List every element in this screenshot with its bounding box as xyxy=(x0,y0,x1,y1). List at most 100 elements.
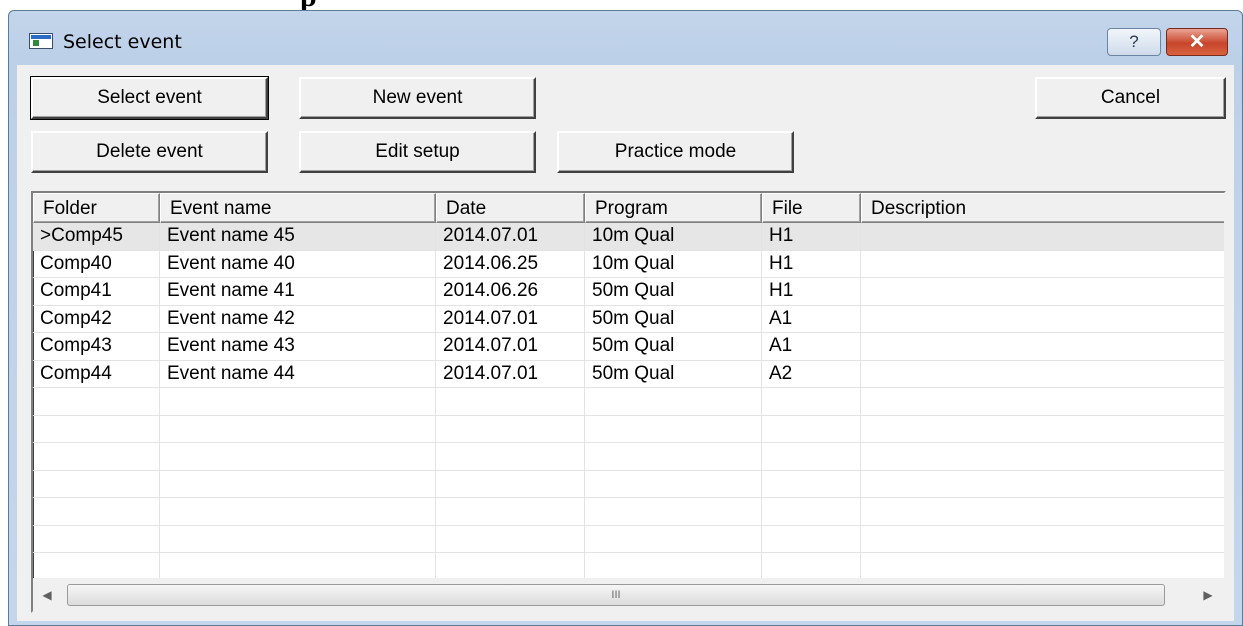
help-button[interactable]: ? xyxy=(1107,28,1161,56)
empty-table-row xyxy=(33,498,1224,526)
cancel-button[interactable]: Cancel xyxy=(1035,77,1226,119)
practice-mode-button[interactable]: Practice mode xyxy=(557,131,794,173)
empty-cell xyxy=(160,525,436,552)
folder-cell: Comp41 xyxy=(33,278,160,305)
empty-cell xyxy=(762,470,861,497)
description-cell xyxy=(861,278,1224,305)
empty-cell xyxy=(160,498,436,525)
table-row[interactable]: Comp44 Event name 44 2014.07.01 50m Qual A2 xyxy=(33,360,1224,388)
table-row[interactable]: Comp40 Event name 40 2014.06.25 10m Qual H1 xyxy=(33,250,1224,278)
program-cell: 50m Qual xyxy=(585,333,762,360)
empty-cell xyxy=(861,443,1224,470)
empty-cell xyxy=(861,526,1224,553)
table-row[interactable]: Comp41 Event name 41 2014.06.26 50m Qual H1 xyxy=(33,278,1224,306)
event-name-cell: Event name 45 xyxy=(160,223,436,250)
list-rows: >Comp45 Event name 45 2014.07.01 10m Qual H1… xyxy=(33,223,1224,581)
empty-cell xyxy=(762,525,861,552)
delete-event-button[interactable]: Delete event xyxy=(31,131,268,173)
folder-cell: Comp42 xyxy=(33,305,160,332)
file-cell: A1 xyxy=(762,305,861,332)
empty-cell xyxy=(861,388,1224,415)
column-header-event-name[interactable]: Event name xyxy=(160,193,436,223)
table-row[interactable]: >Comp45 Event name 45 2014.07.01 10m Qual H1 xyxy=(33,223,1224,251)
column-header-date[interactable]: Date xyxy=(436,193,585,223)
program-cell: 50m Qual xyxy=(585,305,762,332)
empty-cell xyxy=(762,443,861,470)
empty-table-row xyxy=(33,525,1224,553)
scroll-thumb[interactable]: III xyxy=(67,584,1165,606)
empty-cell xyxy=(762,415,861,442)
select-event-button[interactable]: Select event xyxy=(30,76,269,120)
empty-cell xyxy=(585,415,762,442)
empty-cell xyxy=(861,498,1224,525)
empty-cell xyxy=(160,553,436,580)
empty-cell xyxy=(160,443,436,470)
column-header-program[interactable]: Program xyxy=(585,193,762,223)
empty-cell xyxy=(585,443,762,470)
description-cell xyxy=(861,333,1224,360)
empty-cell xyxy=(585,470,762,497)
empty-table-row xyxy=(33,443,1224,471)
empty-cell xyxy=(33,553,160,580)
event-name-cell: Event name 42 xyxy=(160,305,436,332)
description-cell xyxy=(861,306,1224,333)
column-header-folder[interactable]: Folder xyxy=(33,193,160,223)
empty-cell xyxy=(160,388,436,415)
event-name-cell: Event name 44 xyxy=(160,360,436,387)
new-event-button[interactable]: New event xyxy=(299,77,536,119)
table-row[interactable]: Comp43 Event name 43 2014.07.01 50m Qual A1 xyxy=(33,333,1224,361)
select-event-dialog: Select event ? ✕ Select event New event … xyxy=(8,10,1243,626)
empty-cell xyxy=(33,415,160,442)
empty-cell xyxy=(33,443,160,470)
empty-cell xyxy=(436,498,585,525)
description-cell xyxy=(861,251,1224,278)
scroll-grip-icon: III xyxy=(611,589,621,601)
empty-cell xyxy=(33,498,160,525)
scroll-left-icon[interactable]: ◀ xyxy=(36,583,58,607)
empty-cell xyxy=(585,388,762,415)
close-button[interactable]: ✕ xyxy=(1166,28,1228,56)
date-cell: 2014.07.01 xyxy=(436,305,585,332)
event-name-cell: Event name 43 xyxy=(160,333,436,360)
scroll-right-icon[interactable]: ▶ xyxy=(1197,583,1219,607)
app-window-icon xyxy=(29,33,53,49)
events-list[interactable]: Folder Event name Date Program File Desc… xyxy=(31,191,1226,613)
empty-table-row xyxy=(33,470,1224,498)
date-cell: 2014.07.01 xyxy=(436,360,585,387)
empty-cell xyxy=(436,470,585,497)
empty-cell xyxy=(33,388,160,415)
description-cell xyxy=(861,223,1224,250)
date-cell: 2014.07.01 xyxy=(436,223,585,250)
file-cell: H1 xyxy=(762,223,861,250)
column-header-file[interactable]: File xyxy=(762,193,861,223)
horizontal-scrollbar[interactable]: ◀ III ▶ xyxy=(33,578,1224,611)
file-cell: A2 xyxy=(762,360,861,387)
program-cell: 50m Qual xyxy=(585,360,762,387)
folder-cell: >Comp45 xyxy=(33,223,160,250)
dialog-client-area: Select event New event Cancel Delete eve… xyxy=(17,65,1234,621)
empty-table-row xyxy=(33,553,1224,581)
edit-setup-button[interactable]: Edit setup xyxy=(299,131,536,173)
column-header-description[interactable]: Description xyxy=(861,193,1224,223)
empty-cell xyxy=(160,415,436,442)
file-cell: H1 xyxy=(762,278,861,305)
folder-cell: Comp43 xyxy=(33,333,160,360)
empty-cell xyxy=(861,471,1224,498)
program-cell: 10m Qual xyxy=(585,223,762,250)
folder-cell: Comp40 xyxy=(33,250,160,277)
table-row[interactable]: Comp42 Event name 42 2014.07.01 50m Qual A1 xyxy=(33,305,1224,333)
empty-cell xyxy=(585,525,762,552)
title-bar[interactable]: Select event ? ✕ xyxy=(9,11,1242,61)
empty-cell xyxy=(861,553,1224,580)
empty-cell xyxy=(436,388,585,415)
empty-cell xyxy=(861,416,1224,443)
event-name-cell: Event name 41 xyxy=(160,278,436,305)
folder-cell: Comp44 xyxy=(33,360,160,387)
empty-cell xyxy=(585,553,762,580)
event-name-cell: Event name 40 xyxy=(160,250,436,277)
list-header: Folder Event name Date Program File Desc… xyxy=(33,193,1224,223)
empty-cell xyxy=(160,470,436,497)
empty-cell xyxy=(762,498,861,525)
empty-cell xyxy=(436,443,585,470)
window-title: Select event xyxy=(63,31,182,53)
